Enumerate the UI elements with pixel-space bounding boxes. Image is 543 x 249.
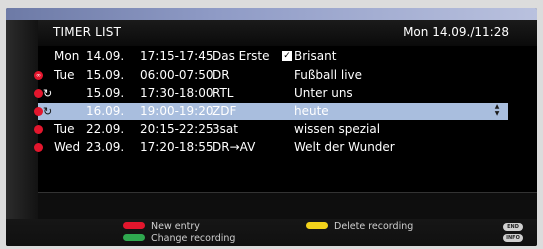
timer-date: 22.09.: [86, 122, 125, 136]
timer-title: wissen spezial: [294, 122, 381, 136]
timer-channel: Das Erste: [212, 49, 270, 63]
timer-day: Mon: [54, 49, 80, 63]
record-indicator: ↻: [34, 85, 54, 102]
record-dot-icon: [34, 143, 43, 152]
timer-channel: DR→AV: [212, 140, 256, 154]
timer-day: Wed: [54, 140, 81, 154]
timer-time: 06:00-07:50: [140, 68, 214, 82]
header-bar: TIMER LIST Mon 14.09./11:28: [38, 20, 537, 46]
green-key-icon: [123, 234, 145, 241]
timer-title: Unter uns: [294, 86, 353, 100]
timer-title: heute: [294, 104, 329, 118]
yellow-key-icon: [306, 222, 328, 229]
delete-recording-label: Delete recording: [334, 221, 414, 232]
repeat-icon: ↻: [43, 105, 53, 118]
info-area: [38, 193, 537, 219]
timer-channel: ZDF: [212, 104, 237, 118]
timer-list-window: TIMER LIST Mon 14.09./11:28 Mon 14.09. 1…: [6, 8, 537, 246]
timer-title: Fußball live: [294, 68, 363, 82]
timer-row[interactable]: Wed 23.09. 17:20-18:55 DR→AV Welt der Wu…: [34, 139, 508, 156]
page-title: TIMER LIST: [53, 25, 122, 39]
timer-date: 14.09.: [86, 49, 125, 63]
timer-time: 17:20-18:55: [140, 140, 214, 154]
change-recording-key[interactable]: Change recording: [123, 233, 235, 245]
timer-row[interactable]: Tue 22.09. 20:15-22:25 3sat wissen spezi…: [34, 121, 508, 138]
timer-date: 15.09.: [86, 86, 125, 100]
record-indicator: ∞: [34, 67, 54, 84]
change-recording-label: Change recording: [151, 233, 236, 244]
timer-date: 23.09.: [86, 140, 125, 154]
timer-row[interactable]: ↻ 15.09. 17:30-18:00 RTL Unter uns: [34, 85, 508, 102]
timer-channel: 3sat: [212, 122, 238, 136]
timer-date: 15.09.: [86, 68, 125, 82]
tv-screen: TIMER LIST Mon 14.09./11:28 Mon 14.09. 1…: [0, 0, 543, 249]
top-strip: [6, 8, 537, 20]
key-legend: New entry Change recording Delete record…: [6, 219, 537, 246]
record-indicator: [34, 121, 54, 138]
timer-time: 20:15-22:25: [140, 122, 214, 136]
timer-time: 17:30-18:00: [140, 86, 214, 100]
checked-icon[interactable]: ✓: [282, 51, 292, 61]
timer-channel: RTL: [212, 86, 234, 100]
record-indicator: [34, 139, 54, 156]
record-dot-icon: [34, 107, 43, 116]
timer-time: 19:00-19:20: [140, 104, 214, 118]
timer-list: Mon 14.09. 17:15-17:45 Das Erste ✓ Brisa…: [34, 46, 537, 192]
timer-row-selected[interactable]: ↻ 16.09. 19:00-19:20 ZDF heute ▲ ▼: [34, 103, 508, 120]
timer-title: Brisant: [294, 49, 337, 63]
end-key-icon[interactable]: END: [503, 223, 523, 231]
timer-time: 17:15-17:45: [140, 49, 214, 63]
timer-channel: DR: [212, 68, 230, 82]
record-once-icon: ∞: [34, 71, 43, 80]
record-indicator: ↻: [34, 103, 54, 120]
timer-row[interactable]: Mon 14.09. 17:15-17:45 Das Erste ✓ Brisa…: [38, 48, 508, 65]
red-key-icon: [123, 222, 145, 229]
up-down-arrows-icon[interactable]: ▲ ▼: [492, 103, 502, 120]
date-time: Mon 14.09./11:28: [403, 25, 509, 39]
record-dot-icon: [34, 89, 43, 98]
record-dot-icon: [34, 125, 43, 134]
timer-day: Tue: [54, 68, 75, 82]
timer-row[interactable]: ∞ Tue 15.09. 06:00-07:50 DR Fußball live: [34, 67, 508, 84]
timer-title: Welt der Wunder: [294, 140, 395, 154]
new-entry-key[interactable]: New entry: [123, 221, 200, 233]
info-key-icon[interactable]: INFO: [503, 234, 523, 242]
new-entry-label: New entry: [151, 221, 200, 232]
delete-recording-key[interactable]: Delete recording: [306, 221, 413, 233]
timer-day: Tue: [54, 122, 75, 136]
repeat-icon: ↻: [43, 87, 53, 100]
timer-date: 16.09.: [86, 104, 125, 118]
